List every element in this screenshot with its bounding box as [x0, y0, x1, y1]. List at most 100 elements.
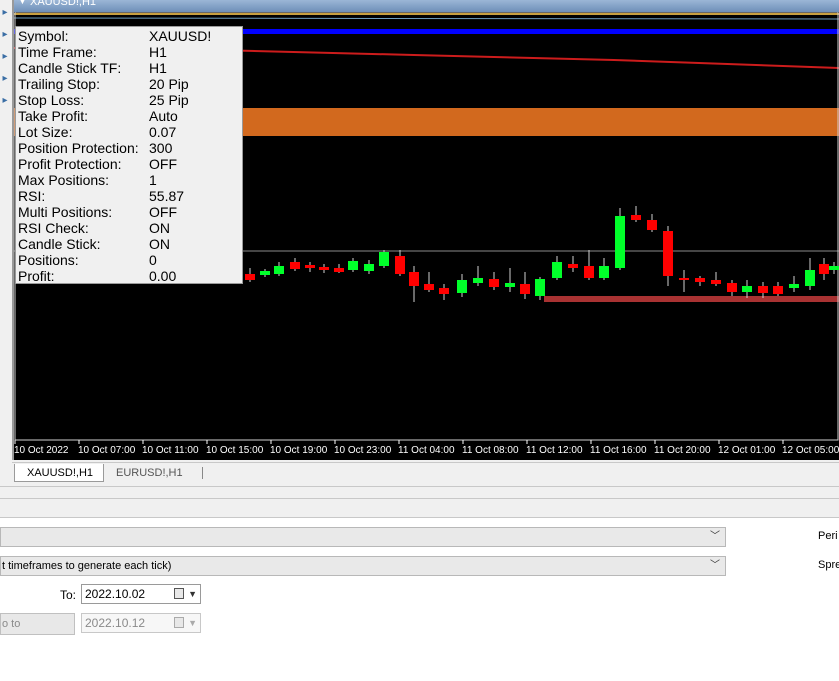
- info-row-label: Lot Size:: [18, 124, 73, 140]
- bear-candle: [334, 268, 344, 272]
- info-row-value: OFF: [149, 156, 177, 172]
- ea-info-panel: Symbol: XAUUSD! Time Frame: H1 Candle Stick …: [15, 26, 243, 284]
- info-row-label: Symbol:: [18, 28, 69, 44]
- tab-eurusd-h1[interactable]: EURUSD!,H1: [104, 464, 202, 482]
- bear-candle: [409, 272, 419, 286]
- bull-candle: [260, 271, 270, 275]
- chart-title: XAUUSD!,H1: [30, 0, 97, 8]
- tab-xauusd-h1[interactable]: XAUUSD!,H1: [14, 464, 104, 482]
- info-row: Profit: 0.00: [18, 268, 176, 284]
- bull-candle: [473, 278, 483, 283]
- info-row: Max Positions: 1: [18, 172, 157, 188]
- bear-candle: [395, 256, 405, 274]
- period-label: Peri: [818, 530, 838, 542]
- info-row-label: Stop Loss:: [18, 92, 85, 108]
- toolbar-tool-icon[interactable]: ▸: [0, 4, 10, 22]
- bull-candle: [274, 266, 284, 274]
- bear-candle: [679, 278, 689, 280]
- to-date-picker[interactable]: 2022.10.02 ▼: [81, 584, 201, 604]
- bull-candle: [505, 283, 515, 287]
- divider: [0, 486, 839, 487]
- time-axis-label: 10 Oct 23:00: [334, 445, 392, 456]
- info-row: Take Profit: Auto: [18, 108, 178, 124]
- info-row-label: Profit Protection:: [18, 156, 122, 172]
- info-row-label: Time Frame:: [18, 44, 97, 60]
- toolbar-tool-icon[interactable]: ▸: [0, 70, 10, 88]
- info-row-label: Trailing Stop:: [18, 76, 100, 92]
- bear-candle: [711, 280, 721, 284]
- bear-candle: [663, 231, 673, 276]
- bull-candle: [552, 262, 562, 278]
- info-row-value: 55.87: [149, 188, 185, 204]
- info-row-label: RSI Check:: [18, 220, 89, 236]
- bear-candle: [319, 267, 329, 270]
- time-axis-label: 11 Oct 12:00: [526, 445, 583, 456]
- skip-to-date-value: 2022.10.12: [85, 616, 146, 630]
- info-row: Time Frame: H1: [18, 44, 167, 60]
- dropdown-arrow-icon[interactable]: ▼: [188, 614, 197, 632]
- info-row-value: ON: [149, 236, 170, 252]
- time-axis-label: 10 Oct 11:00: [142, 445, 199, 456]
- info-row-value: Auto: [149, 108, 178, 124]
- time-axis-label: 11 Oct 20:00: [654, 445, 711, 456]
- info-row-value: H1: [149, 60, 167, 76]
- model-select[interactable]: ﹀: [0, 527, 726, 547]
- info-row-value: ON: [149, 220, 170, 236]
- info-row: Trailing Stop: 20 Pip: [18, 76, 189, 92]
- bear-candle: [520, 284, 530, 294]
- info-row-label: RSI:: [18, 188, 46, 204]
- spread-label: Spre: [818, 559, 839, 571]
- to-label: To:: [60, 588, 77, 602]
- bear-candle: [568, 264, 578, 268]
- bear-candle: [773, 286, 783, 294]
- tab-separator: [202, 467, 203, 479]
- skip-to-label: o to: [2, 618, 21, 630]
- info-row-label: Take Profit:: [18, 108, 89, 124]
- info-row-label: Multi Positions:: [18, 204, 113, 220]
- bear-candle: [424, 284, 434, 290]
- info-row-label: Positions:: [18, 252, 79, 268]
- tick-mode-select[interactable]: t timeframes to generate each tick) ﹀: [0, 556, 726, 576]
- info-row: Symbol: XAUUSD!: [18, 28, 211, 44]
- bull-candle: [599, 266, 609, 278]
- info-row-value: 25 Pip: [149, 92, 189, 108]
- bear-candle: [489, 279, 499, 287]
- bear-candle: [245, 274, 255, 280]
- time-axis-label: 10 Oct 15:00: [206, 445, 264, 456]
- skip-to-date-picker[interactable]: 2022.10.12 ▼: [81, 613, 201, 633]
- info-row: Lot Size: 0.07: [18, 124, 176, 140]
- info-row: Position Protection: 300: [18, 140, 172, 156]
- info-row: RSI: 55.87: [18, 188, 184, 204]
- toolbar-tool-icon[interactable]: ▸: [0, 92, 10, 110]
- time-axis-label: 10 Oct 07:00: [78, 445, 136, 456]
- bull-candle: [379, 252, 389, 266]
- toolbar-tool-icon[interactable]: ▸: [0, 26, 10, 44]
- info-row-value: 0.00: [149, 268, 177, 284]
- chevron-down-icon[interactable]: ▼: [18, 0, 27, 6]
- calendar-icon[interactable]: [174, 617, 184, 628]
- info-row: RSI Check: ON: [18, 220, 170, 236]
- info-row-value: OFF: [149, 204, 177, 220]
- info-row-value: H1: [149, 44, 167, 60]
- time-axis-label: 10 Oct 19:00: [270, 445, 328, 456]
- bear-candle: [290, 262, 300, 269]
- chart-tab-bar: XAUUSD!,H1 EURUSD!,H1: [12, 462, 839, 483]
- dropdown-arrow-icon[interactable]: ▼: [188, 585, 197, 603]
- bull-candle: [829, 266, 839, 270]
- bear-candle: [647, 220, 657, 230]
- info-row-value: 1: [149, 172, 157, 188]
- bull-candle: [457, 280, 467, 293]
- bear-candle: [305, 265, 315, 268]
- bear-candle: [758, 286, 768, 293]
- info-row-value: 0: [149, 252, 157, 268]
- toolbar-tool-icon[interactable]: ▸: [0, 48, 10, 66]
- stop-level-bar: [544, 296, 839, 302]
- skip-to-button[interactable]: o to: [0, 613, 75, 635]
- calendar-icon[interactable]: [174, 588, 184, 599]
- bull-candle: [615, 216, 625, 268]
- time-axis-label: 10 Oct 2022: [14, 445, 69, 456]
- bull-candle: [535, 279, 545, 296]
- dropdown-arrow-icon: ﹀: [710, 531, 720, 542]
- time-axis-label: 12 Oct 05:00: [782, 445, 839, 456]
- bear-candle: [727, 283, 737, 292]
